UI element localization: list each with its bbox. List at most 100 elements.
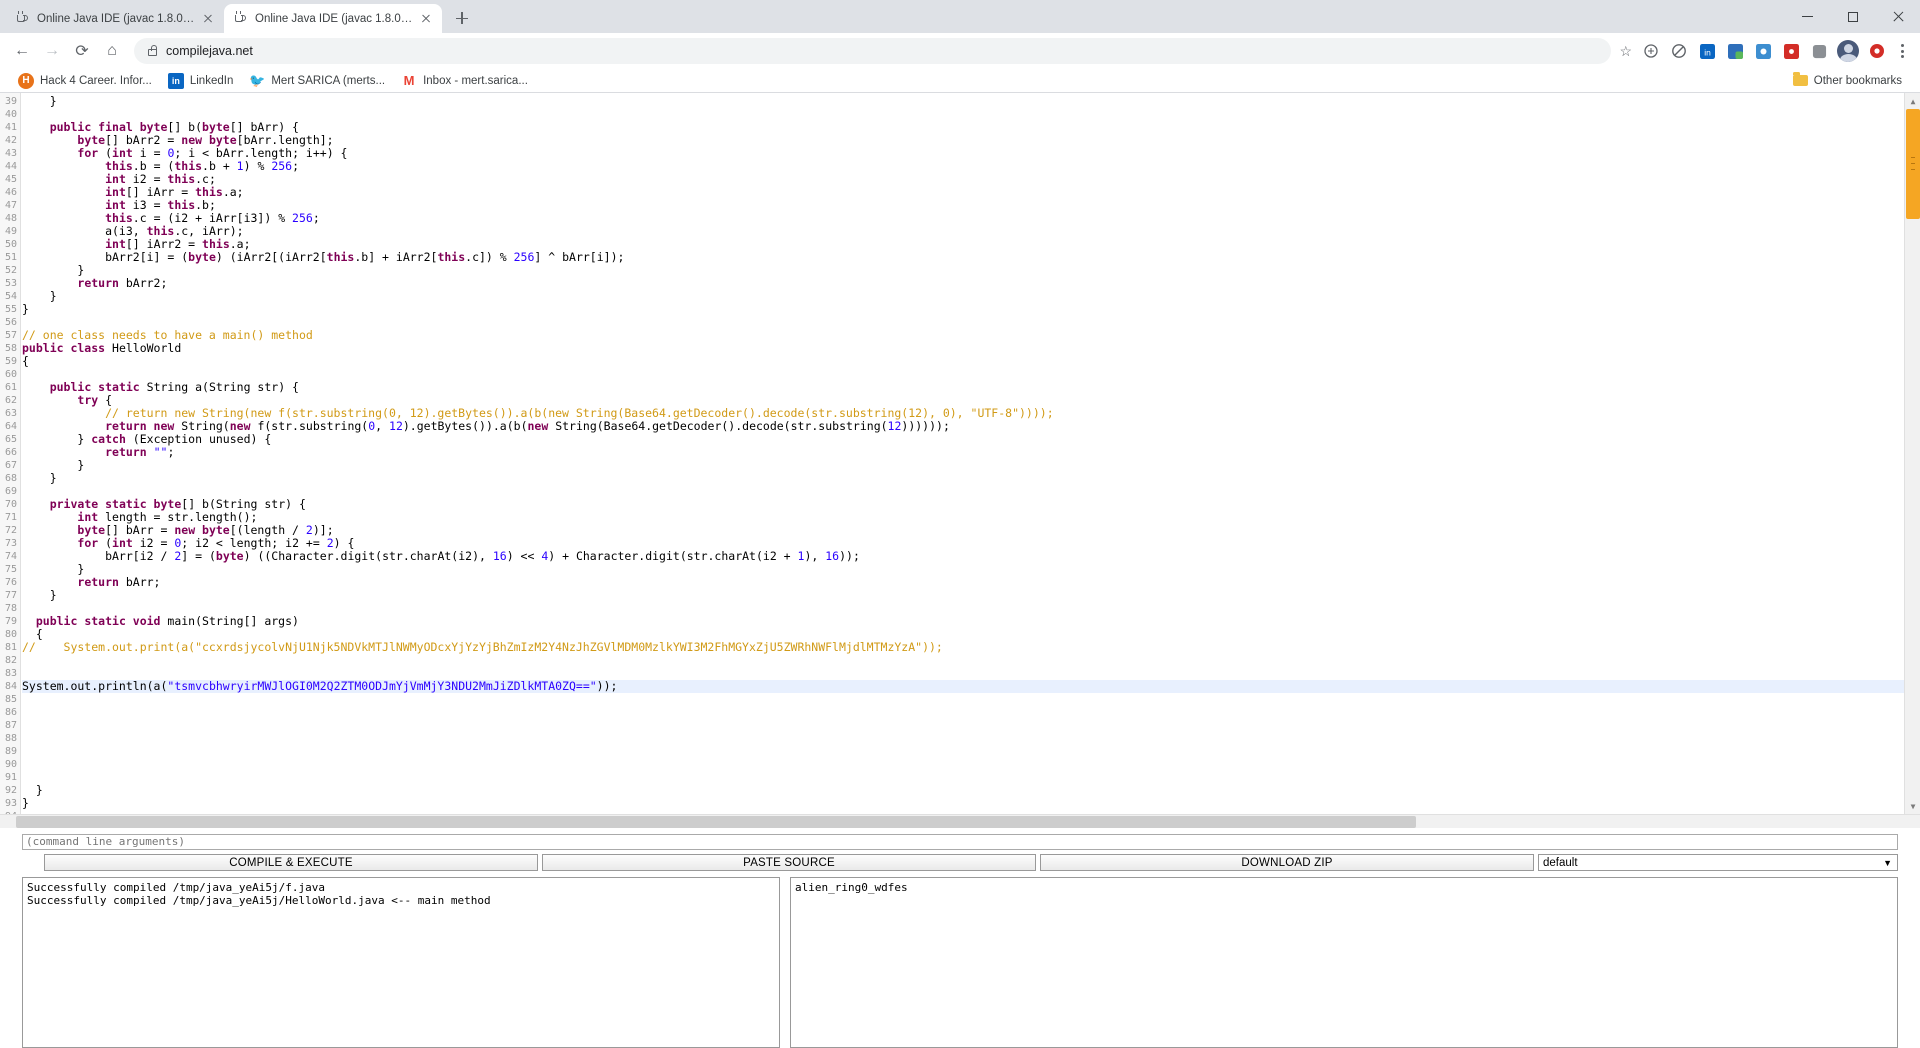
code-token: } [22, 796, 29, 810]
code-text-area[interactable]: } public final byte[] b(byte[] bArr) { b… [22, 93, 1904, 814]
extension-icon-linkedin[interactable]: in [1696, 40, 1718, 62]
new-tab-button[interactable] [448, 4, 476, 32]
code-line[interactable]: } [22, 264, 1904, 277]
code-line[interactable] [22, 602, 1904, 615]
code-line[interactable]: int i2 = this.c; [22, 173, 1904, 186]
code-line[interactable]: } [22, 303, 1904, 316]
code-line[interactable] [22, 719, 1904, 732]
code-line[interactable]: // System.out.print(a("ccxrdsjycolvNjU1N… [22, 641, 1904, 654]
bookmark-twitter[interactable]: 🐦 Mert SARICA (merts... [241, 71, 393, 91]
code-token: ) % [243, 159, 272, 173]
close-tab-icon[interactable] [200, 11, 216, 27]
code-line[interactable]: { [22, 355, 1904, 368]
code-token: ] = ( [181, 549, 216, 563]
extension-icon-green[interactable] [1724, 40, 1746, 62]
code-line[interactable]: private static byte[] b(String str) { [22, 498, 1904, 511]
code-line[interactable] [22, 771, 1904, 784]
line-number: 55 [4, 304, 17, 315]
code-line[interactable]: } [22, 290, 1904, 303]
code-line[interactable] [22, 706, 1904, 719]
profile-avatar[interactable] [1837, 40, 1859, 62]
code-token: public static void [35, 614, 161, 628]
code-line[interactable]: } catch (Exception unused) { [22, 433, 1904, 446]
maximize-window-button[interactable] [1830, 0, 1875, 33]
scroll-down-arrow-icon[interactable]: ▼ [1905, 798, 1920, 814]
code-line[interactable] [22, 745, 1904, 758]
code-line[interactable]: bArr2[i] = (byte) (iArr2[(iArr2[this.b] … [22, 251, 1904, 264]
extension-icon-blue[interactable] [1752, 40, 1774, 62]
code-line[interactable]: } [22, 797, 1904, 810]
code-line[interactable]: return new String(new f(str.substring(0,… [22, 420, 1904, 433]
paste-source-button[interactable]: PASTE SOURCE [542, 854, 1036, 871]
extension-icon-lastpass[interactable] [1780, 40, 1802, 62]
code-line[interactable]: this.b = (this.b + 1) % 256; [22, 160, 1904, 173]
compile-and-execute-button[interactable]: COMPILE & EXECUTE [44, 854, 538, 871]
command-line-arguments-input[interactable] [22, 833, 1898, 850]
code-line[interactable]: int[] iArr = this.a; [22, 186, 1904, 199]
browser-menu-icon[interactable] [1892, 40, 1912, 62]
code-line[interactable] [22, 654, 1904, 667]
code-line[interactable]: } [22, 472, 1904, 485]
code-line[interactable]: } [22, 784, 1904, 797]
code-line[interactable]: return bArr; [22, 576, 1904, 589]
download-zip-button[interactable]: DOWNLOAD ZIP [1040, 854, 1534, 871]
editor-horizontal-scrollbar[interactable] [0, 814, 1920, 828]
extension-icon-blocker[interactable] [1668, 40, 1690, 62]
line-number: 42 [4, 135, 17, 146]
back-icon[interactable]: ← [8, 37, 36, 65]
code-token: } [22, 94, 57, 108]
code-line[interactable]: } [22, 95, 1904, 108]
code-line[interactable]: return ""; [22, 446, 1904, 459]
code-line[interactable] [22, 758, 1904, 771]
code-editor[interactable]: 39 40 41 42 43 44 45 46 47 48 49 50 51 52 53 54 55 56 57 58… [0, 93, 1920, 814]
line-number: 41 [4, 122, 17, 133]
extension-icon-grey[interactable] [1808, 40, 1830, 62]
code-line[interactable]: // one class needs to have a main() meth… [22, 329, 1904, 342]
code-line[interactable]: public class HelloWorld [22, 342, 1904, 355]
editor-vertical-scrollbar[interactable]: ▲ ▼ [1904, 93, 1920, 814]
code-line[interactable] [22, 693, 1904, 706]
scroll-up-arrow-icon[interactable]: ▲ [1905, 93, 1920, 109]
line-number: 46 [4, 187, 17, 198]
browser-tab-2[interactable]: Online Java IDE (javac 1.8.0_201) [224, 4, 442, 33]
java-version-select[interactable]: default ▼ [1538, 854, 1898, 871]
code-line[interactable]: return bArr2; [22, 277, 1904, 290]
forward-icon[interactable]: → [38, 37, 66, 65]
bookmark-star-icon[interactable]: ☆ [1619, 43, 1632, 60]
code-line[interactable]: } [22, 563, 1904, 576]
address-bar[interactable]: compilejava.net [134, 38, 1612, 64]
code-token: } [22, 289, 57, 303]
home-icon[interactable]: ⌂ [98, 37, 126, 65]
code-line[interactable] [22, 368, 1904, 381]
extension-icon-record[interactable] [1866, 40, 1888, 62]
browser-tab-1[interactable]: Online Java IDE (javac 1.8.0_201) [6, 4, 224, 33]
line-number: 54 [4, 291, 17, 302]
code-token: ).getBytes()).a(b( [402, 419, 528, 433]
code-line[interactable] [22, 108, 1904, 121]
code-line[interactable]: public static String a(String str) { [22, 381, 1904, 394]
code-line[interactable]: } [22, 589, 1904, 602]
bookmark-linkedin[interactable]: in LinkedIn [160, 71, 241, 91]
code-line[interactable]: System.out.println(a("tsmvcbhwryirMWJlOG… [22, 680, 1904, 693]
code-line[interactable]: for (int i = 0; i < bArr.length; i++) { [22, 147, 1904, 160]
horizontal-scroll-thumb[interactable] [16, 816, 1416, 828]
code-line[interactable]: this.c = (i2 + iArr[i3]) % 256; [22, 212, 1904, 225]
code-line[interactable]: public static void main(String[] args) [22, 615, 1904, 628]
vertical-scroll-thumb[interactable] [1906, 109, 1920, 219]
svg-text:in: in [1704, 47, 1711, 57]
close-tab-icon[interactable] [418, 11, 434, 27]
extension-icon-1[interactable] [1640, 40, 1662, 62]
reload-icon[interactable]: ⟳ [68, 37, 96, 65]
code-line[interactable]: } [22, 459, 1904, 472]
code-line[interactable] [22, 732, 1904, 745]
bookmark-gmail[interactable]: M Inbox - mert.sarica... [393, 71, 536, 91]
minimize-window-button[interactable] [1785, 0, 1830, 33]
bookmark-hack4career[interactable]: H Hack 4 Career. Infor... [10, 71, 160, 91]
code-token: .c]) % [465, 250, 514, 264]
other-bookmarks-folder[interactable]: Other bookmarks [1785, 72, 1910, 89]
code-line[interactable]: a(i3, this.c, iArr); [22, 225, 1904, 238]
code-line[interactable]: bArr[i2 / 2] = (byte) ((Character.digit(… [22, 550, 1904, 563]
code-token: .b] + iArr2[ [354, 250, 438, 264]
close-window-button[interactable] [1875, 0, 1920, 33]
